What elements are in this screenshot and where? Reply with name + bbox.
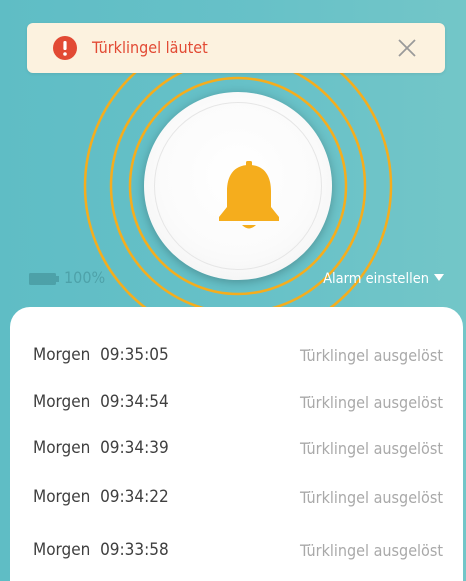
battery-level: 100%	[64, 268, 106, 287]
ring-history-list: Morgen 09:35:05 Türklingel ausgelöst Mor…	[10, 307, 463, 581]
log-time: Morgen 09:33:58	[33, 540, 169, 560]
log-time: Morgen 09:34:22	[33, 487, 169, 507]
doorbell-notification: Türklingel läutet	[27, 23, 445, 73]
doorbell-button[interactable]	[144, 92, 332, 280]
log-time: Morgen 09:34:54	[33, 392, 169, 412]
list-item[interactable]: Morgen 09:33:58 Türklingel ausgelöst	[10, 536, 463, 566]
doorbell-screen: Türklingel läutet 100% Alarm einstellen …	[0, 0, 466, 581]
notification-message: Türklingel läutet	[92, 38, 208, 57]
list-item[interactable]: Morgen 09:34:54 Türklingel ausgelöst	[10, 388, 463, 418]
log-event: Türklingel ausgelöst	[299, 346, 443, 365]
alarm-settings-dropdown[interactable]: Alarm einstellen	[323, 268, 444, 290]
log-event: Türklingel ausgelöst	[299, 541, 443, 560]
log-event: Türklingel ausgelöst	[299, 439, 443, 458]
bell-icon	[219, 161, 279, 229]
list-item[interactable]: Morgen 09:34:39 Türklingel ausgelöst	[10, 434, 463, 464]
doorbell-button-inner	[154, 102, 322, 270]
log-event: Türklingel ausgelöst	[299, 393, 443, 412]
close-icon[interactable]	[397, 38, 417, 58]
log-time: Morgen 09:34:39	[33, 438, 169, 458]
list-item[interactable]: Morgen 09:35:05 Türklingel ausgelöst	[10, 341, 463, 371]
caret-down-icon	[434, 274, 444, 281]
battery-icon	[29, 273, 59, 285]
exclamation-circle-icon	[53, 36, 77, 60]
log-event: Türklingel ausgelöst	[299, 488, 443, 507]
list-item[interactable]: Morgen 09:34:22 Türklingel ausgelöst	[10, 483, 463, 513]
log-time: Morgen 09:35:05	[33, 345, 169, 365]
alarm-settings-label: Alarm einstellen	[323, 271, 429, 287]
